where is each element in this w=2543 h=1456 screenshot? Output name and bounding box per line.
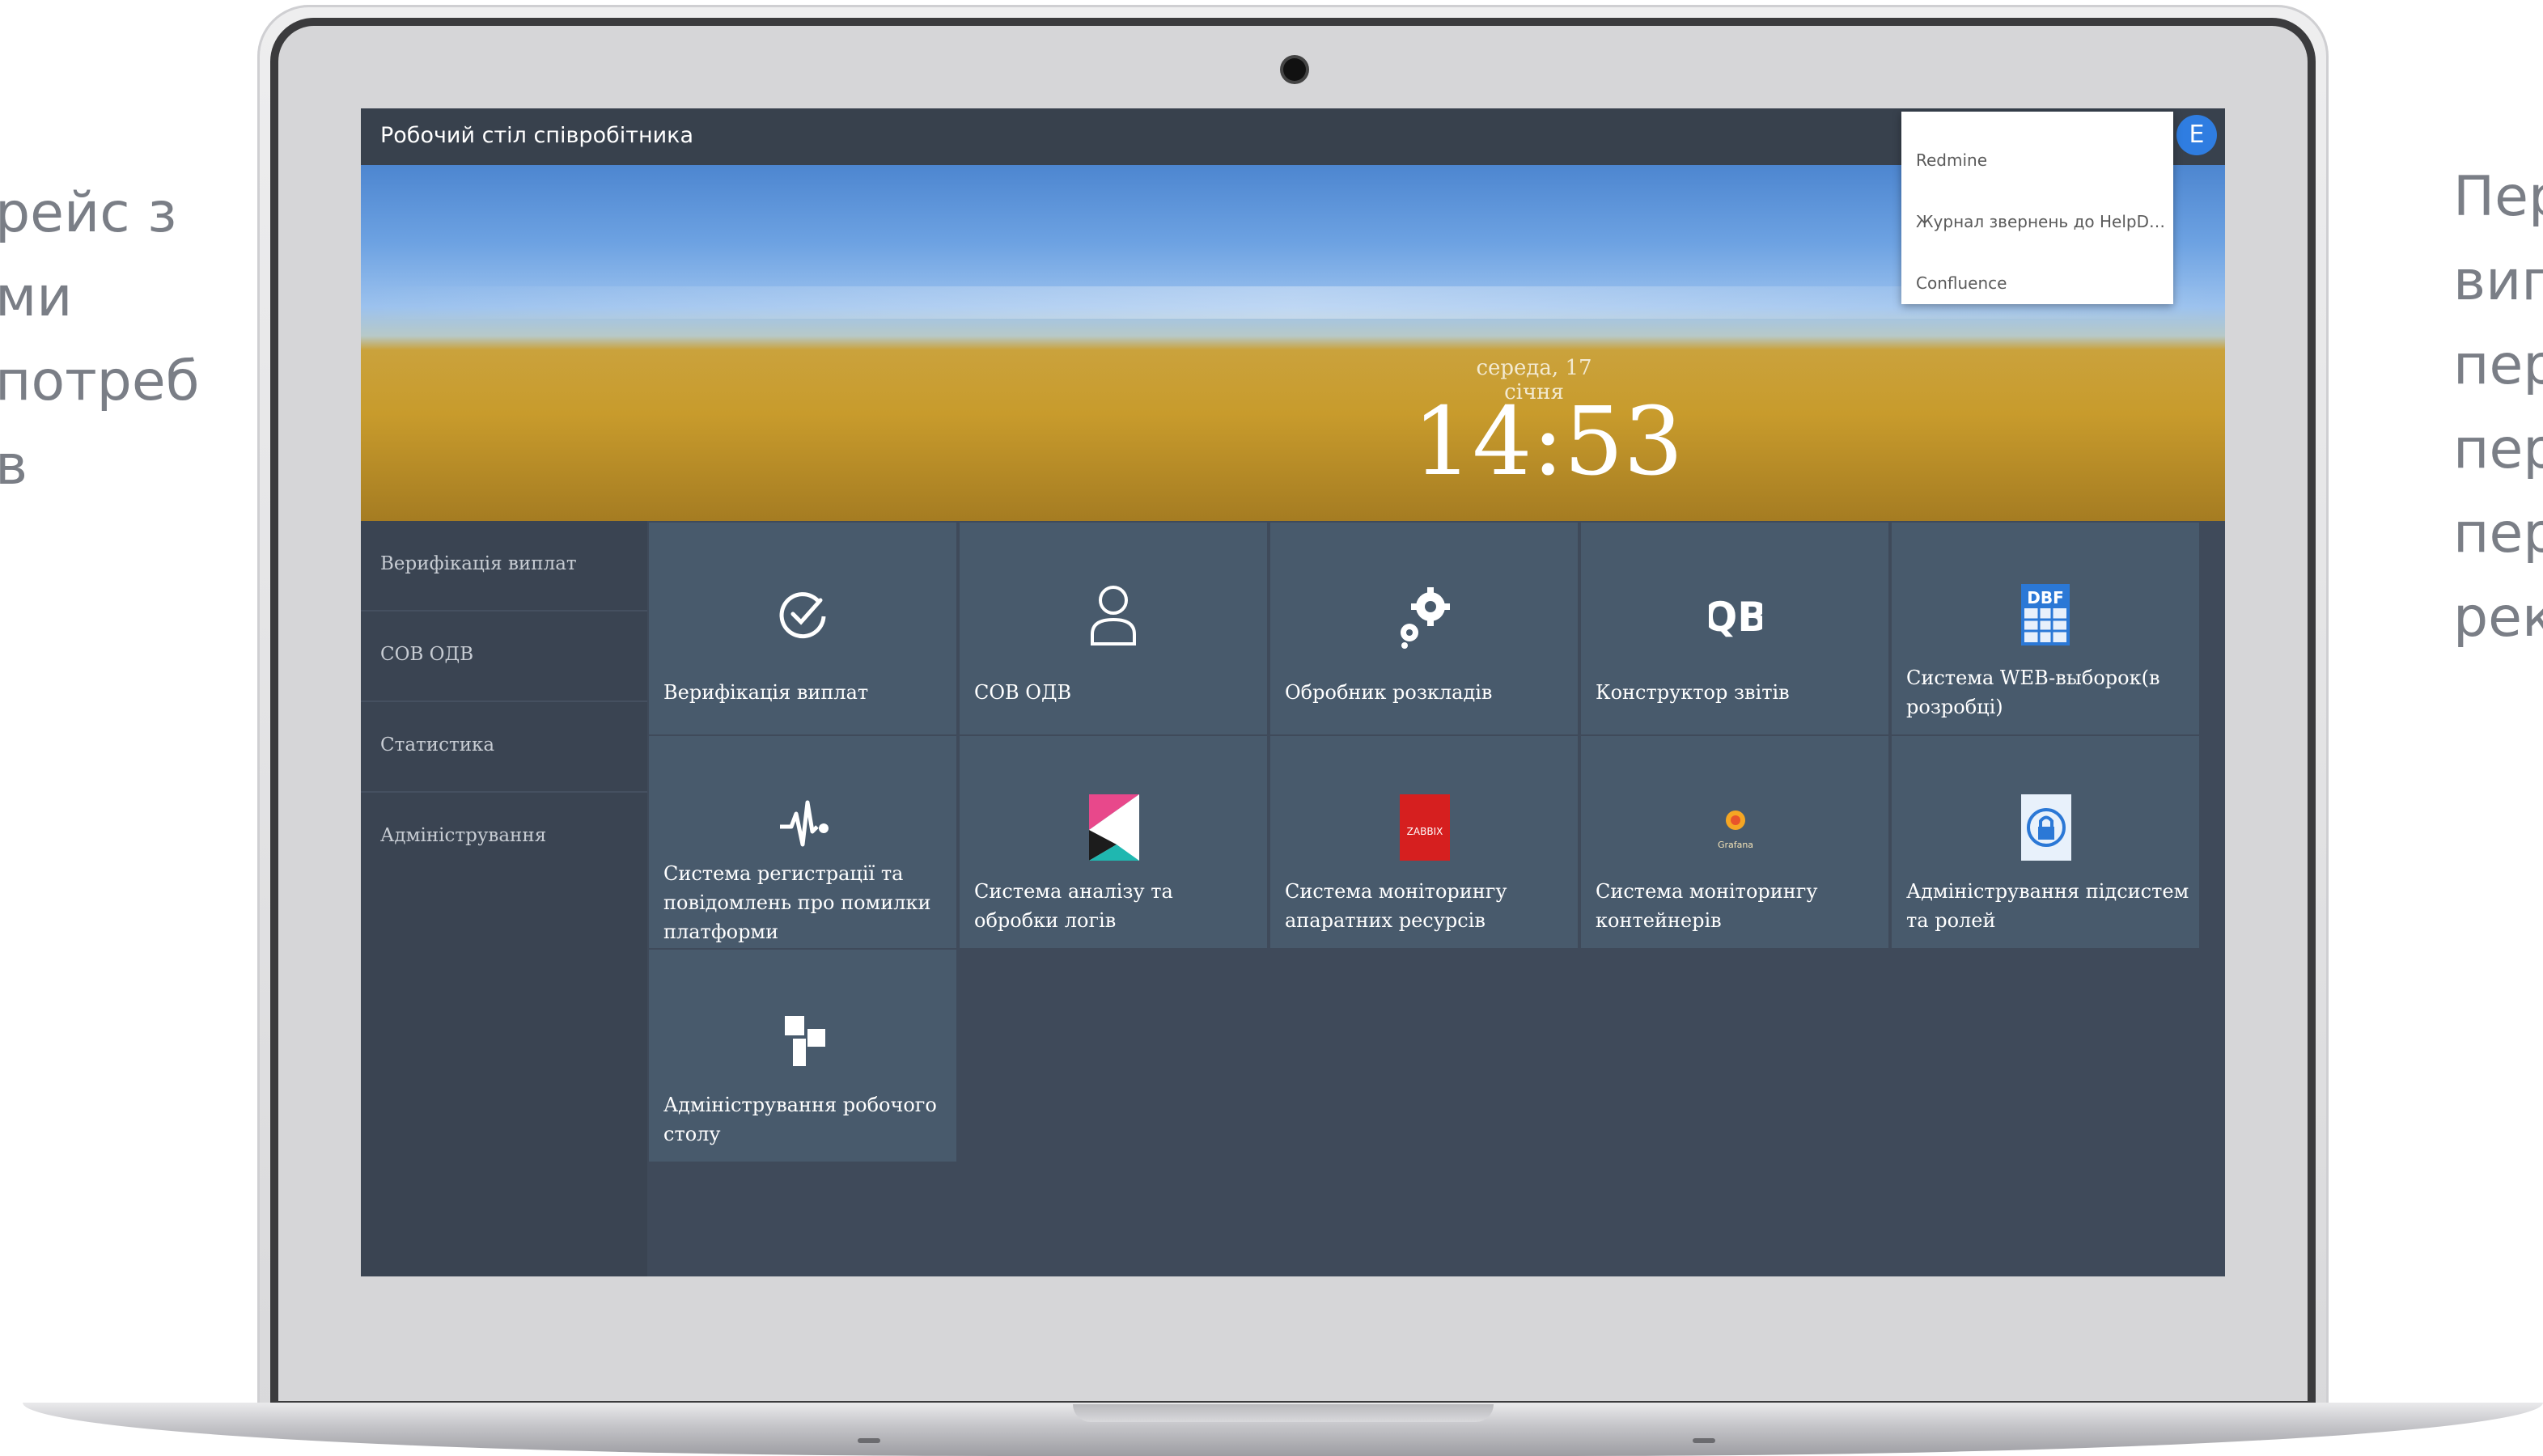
- sidebar-item-label: СОВ ОДВ: [380, 644, 474, 665]
- sidebar-item-administration[interactable]: Адміністрування: [361, 793, 647, 882]
- slide-left-line: в: [0, 434, 28, 497]
- dbf-icon-text: DBF: [2027, 588, 2064, 607]
- lock-icon: [2021, 794, 2071, 861]
- sidebar-item-label: Статистика: [380, 734, 495, 756]
- tile-sov-odv[interactable]: СОВ ОДВ: [960, 523, 1267, 734]
- tile-label: Система моніторингу контейнерів: [1596, 880, 1818, 932]
- tile-payment-verification[interactable]: Верифікація виплат: [649, 523, 956, 734]
- tile-hardware-monitoring[interactable]: ZABBIX Система моніторингу апаратних рес…: [1270, 736, 1578, 948]
- qb-icon: QB: [1709, 594, 1762, 641]
- slide-right-text: Пер виг пер пер пер рек: [2453, 155, 2543, 660]
- tile-label: Система моніторингу апаратних ресурсів: [1285, 880, 1507, 932]
- tile-label: Обробник розкладів: [1285, 681, 1493, 704]
- app-title: Робочий стіл співробітника: [380, 123, 694, 148]
- dbf-icon: DBF: [2021, 584, 2070, 645]
- tile-schedule-handler[interactable]: Обробник розкладів: [1270, 523, 1578, 734]
- grafana-icon: Grafana: [1718, 811, 1753, 850]
- laptop-foot: [858, 1438, 880, 1443]
- slide-right-line: виг: [2453, 249, 2543, 313]
- tile-label: Система WEB-выборок(в розробці): [1906, 667, 2160, 718]
- slide-right-line: Пер: [2453, 165, 2543, 229]
- tile-report-constructor[interactable]: QB Конструктор звітів: [1581, 523, 1888, 734]
- slide-left-line: потреб: [0, 349, 200, 413]
- tile-web-samples[interactable]: DBF Система WEB-выборок(в розробці): [1892, 523, 2199, 734]
- pulse-icon: [780, 800, 829, 847]
- sidebar-item-statistics[interactable]: Статистика: [361, 702, 647, 793]
- user-avatar[interactable]: E: [2176, 115, 2217, 155]
- slide-left-text: рейс з ми потреб в: [0, 171, 200, 508]
- menu-item-helpdesk[interactable]: Журнал звернень до HelpDesk: [1916, 212, 2167, 231]
- slide-right-line: пер: [2453, 417, 2543, 481]
- tile-label: СОВ ОДВ: [974, 681, 1072, 704]
- menu-item-confluence[interactable]: Confluence: [1916, 273, 2167, 293]
- sidebar: Верифікація виплат СОВ ОДВ Статистика Ад…: [361, 521, 647, 1276]
- zabbix-icon-text: ZABBIX: [1407, 826, 1443, 837]
- user-menu-dropdown: Redmine Журнал звернень до HelpDesk Conf…: [1901, 112, 2173, 304]
- camera-icon: [1283, 58, 1306, 81]
- tile-label: Адміністрування підсистем та ролей: [1906, 880, 2189, 932]
- windows-icon: [785, 1016, 825, 1066]
- tile-label: Система регистрації та повідомлень про п…: [663, 862, 931, 943]
- gears-icon: [1401, 587, 1450, 649]
- grafana-icon-text: Grafana: [1718, 840, 1753, 850]
- menu-item-redmine[interactable]: Redmine: [1916, 150, 2167, 170]
- check-circle-icon: [779, 592, 826, 639]
- tile-desktop-admin[interactable]: Адміністрування робочого столу: [649, 950, 956, 1162]
- kibana-icon: [1089, 794, 1139, 861]
- sidebar-item-sov-odv[interactable]: СОВ ОДВ: [361, 612, 647, 702]
- tile-log-analysis[interactable]: Система аналізу та обробки логів: [960, 736, 1267, 948]
- tile-subsystem-admin[interactable]: Адміністрування підсистем та ролей: [1892, 736, 2199, 948]
- slide-left-line: рейс з: [0, 181, 177, 245]
- sidebar-item-label: Адміністрування: [380, 825, 547, 846]
- tile-label: Верифікація виплат: [663, 681, 869, 704]
- sidebar-item-label: Верифікація виплат: [380, 553, 577, 574]
- slide-left-line: ми: [0, 265, 73, 329]
- user-icon: [1091, 586, 1136, 645]
- svg-text:QB: QB: [1709, 594, 1762, 641]
- slide-right-line: пер: [2453, 502, 2543, 565]
- slide-right-line: рек: [2453, 586, 2543, 650]
- tile-label: Адміністрування робочого столу: [663, 1094, 937, 1145]
- laptop-foot: [1693, 1438, 1715, 1443]
- tile-error-registration[interactable]: Система регистрації та повідомлень про п…: [649, 736, 956, 948]
- zabbix-icon: ZABBIX: [1400, 794, 1450, 861]
- sidebar-item-verification[interactable]: Верифікація виплат: [361, 521, 647, 612]
- slide-right-line: пер: [2453, 333, 2543, 397]
- clock-time: 14:53: [1413, 387, 1684, 497]
- tile-label: Конструктор звітів: [1596, 681, 1790, 704]
- laptop-notch: [1073, 1404, 1494, 1422]
- tile-container-monitoring[interactable]: Grafana Система моніторингу контейнерів: [1581, 736, 1888, 948]
- tile-label: Система аналізу та обробки логів: [974, 880, 1173, 932]
- app-screen: середа, 17 січня 14:53 Робочий стіл спів…: [361, 108, 2225, 1276]
